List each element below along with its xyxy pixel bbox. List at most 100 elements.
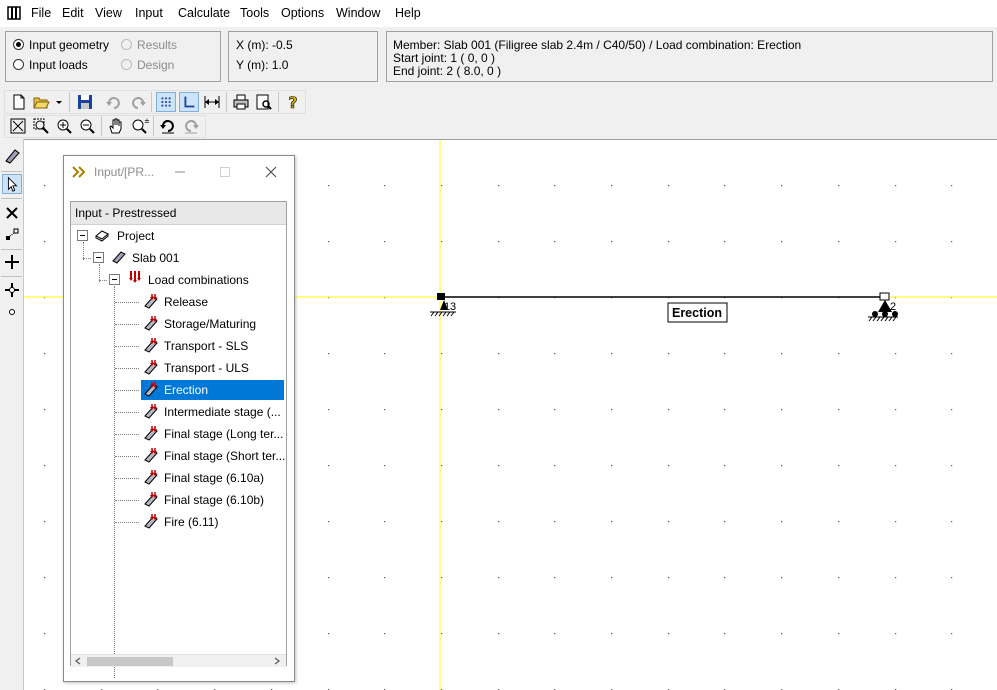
zoom-out-icon[interactable] <box>77 116 97 136</box>
menu-view[interactable]: View <box>95 6 122 20</box>
load-case-icon <box>144 316 158 331</box>
load-case-icon <box>144 514 158 529</box>
tree-item-load-combination[interactable]: Final stage (6.10a) <box>71 468 286 488</box>
tree-line <box>115 522 139 524</box>
tree-item-load-combination[interactable]: Erection <box>71 380 286 400</box>
new-file-icon[interactable] <box>9 92 29 112</box>
menu-tools[interactable]: Tools <box>240 6 269 20</box>
tree-item-slab[interactable]: Slab 001 <box>71 248 286 268</box>
redo-icon[interactable] <box>128 92 148 112</box>
print-icon[interactable] <box>231 92 251 112</box>
tree-line <box>115 500 139 502</box>
zoom-in-icon[interactable] <box>54 116 74 136</box>
toolbar-separator <box>1 198 22 199</box>
tree-line <box>115 456 139 458</box>
tree-item-load-combination[interactable]: Transport - ULS <box>71 358 286 378</box>
tree-label-load-combination: Final stage (Short ter... <box>164 449 286 463</box>
select-arrow-icon[interactable] <box>2 174 22 194</box>
node-small-circle-icon[interactable] <box>2 302 22 322</box>
minimize-icon[interactable] <box>174 166 186 178</box>
pan-hand-icon[interactable] <box>106 116 126 136</box>
right-roller-mid <box>882 311 888 317</box>
load-case-icon <box>144 492 158 507</box>
print-preview-icon[interactable] <box>254 92 274 112</box>
help-icon[interactable]: ? <box>283 92 303 112</box>
tree-item-load-combination[interactable]: Fire (6.11) <box>71 512 286 532</box>
tree-label-load-combination: Intermediate stage (... <box>164 405 281 419</box>
tree-window-title: Input/[PR... <box>94 165 155 179</box>
maximize-icon[interactable] <box>219 166 231 178</box>
delete-x-icon[interactable] <box>2 203 22 223</box>
design-radio[interactable] <box>121 59 132 70</box>
menu-bar: File Edit View Input Calculate Tools Opt… <box>0 0 997 27</box>
scroll-left-icon[interactable] <box>74 657 82 665</box>
menu-file[interactable]: File <box>31 6 51 20</box>
toolbar-separator <box>1 276 22 277</box>
results-label: Results <box>137 38 178 52</box>
y-coordinate: Y (m): 1.0 <box>236 58 289 72</box>
scrollbar-thumb[interactable] <box>87 657 173 666</box>
move-joint-icon[interactable] <box>2 225 22 245</box>
double-chevron-icon <box>72 166 86 178</box>
tree-window-titlebar[interactable]: Input/[PR... <box>64 156 294 187</box>
right-roller-left <box>872 311 878 317</box>
open-dropdown-chevron-down-icon[interactable] <box>53 92 65 112</box>
grid-icon[interactable] <box>156 92 176 112</box>
tree-item-load-combination[interactable]: Final stage (Long ter... <box>71 424 286 444</box>
joint-crosshair-icon[interactable] <box>2 280 22 300</box>
tree-label-load-combination: Transport - ULS <box>164 361 249 375</box>
menu-edit[interactable]: Edit <box>62 6 84 20</box>
member-draw-icon[interactable] <box>2 146 22 166</box>
tree-item-load-combination[interactable]: Intermediate stage (... <box>71 402 286 422</box>
svg-text:?: ? <box>288 93 297 112</box>
beam-label: Erection <box>672 306 722 320</box>
tree-line <box>115 302 139 304</box>
zoom-extents-icon[interactable] <box>8 116 28 136</box>
tree-item-load-combination[interactable]: Release <box>71 292 286 312</box>
load-case-icon <box>144 404 158 419</box>
zoom-window-icon[interactable] <box>31 116 51 136</box>
zoom-realtime-icon[interactable]: ± <box>129 116 149 136</box>
start-joint-info: Start joint: 1 ( 0, 0 ) <box>393 51 496 65</box>
zoom-next-icon[interactable] <box>181 116 201 136</box>
toolbar-separator <box>153 116 154 136</box>
input-geometry-label: Input geometry <box>29 38 110 52</box>
toolbar-separator <box>226 92 227 112</box>
dimension-icon[interactable] <box>202 92 222 112</box>
horizontal-scrollbar[interactable] <box>71 654 286 667</box>
tree-item-load-combination[interactable]: Storage/Maturing <box>71 314 286 334</box>
results-radio[interactable] <box>121 39 132 50</box>
tree-view: Input - Prestressed Project Slab 001 Loa… <box>70 201 287 678</box>
tree-item-load-combinations[interactable]: Load combinations <box>71 270 286 290</box>
tree-item-load-combination[interactable]: Final stage (Short ter... <box>71 446 286 466</box>
tree-item-project[interactable]: Project <box>71 226 286 246</box>
add-plus-icon[interactable] <box>2 252 22 272</box>
tree-label-slab: Slab 001 <box>132 251 180 265</box>
collapse-project-icon[interactable] <box>77 230 88 241</box>
tree-item-load-combination[interactable]: Final stage (6.10b) <box>71 490 286 510</box>
tree-item-load-combination[interactable]: Transport - SLS <box>71 336 286 356</box>
open-folder-icon[interactable] <box>31 92 51 112</box>
tree-label-load-combination: Storage/Maturing <box>164 317 257 331</box>
close-icon[interactable] <box>264 165 278 179</box>
load-case-icon <box>144 338 158 353</box>
zoom-previous-icon[interactable] <box>158 116 178 136</box>
menu-options[interactable]: Options <box>281 6 324 20</box>
ortho-icon[interactable] <box>179 92 199 112</box>
project-icon <box>95 230 109 242</box>
undo-icon[interactable] <box>104 92 124 112</box>
menu-help[interactable]: Help <box>395 6 421 20</box>
input-loads-radio[interactable] <box>13 59 24 70</box>
tree-label-load-combination: Final stage (6.10a) <box>164 471 265 485</box>
app-icon <box>7 6 21 20</box>
save-icon[interactable] <box>75 92 95 112</box>
menu-calculate[interactable]: Calculate <box>178 6 230 20</box>
input-geometry-radio[interactable] <box>13 39 24 50</box>
menu-input[interactable]: Input <box>135 6 163 20</box>
menu-window[interactable]: Window <box>336 6 380 20</box>
load-case-icon <box>144 360 158 375</box>
scroll-right-icon[interactable] <box>273 657 281 665</box>
collapse-slab-icon[interactable] <box>93 252 104 263</box>
input-loads-label: Input loads <box>29 58 88 72</box>
collapse-load-combinations-icon[interactable] <box>109 274 120 285</box>
